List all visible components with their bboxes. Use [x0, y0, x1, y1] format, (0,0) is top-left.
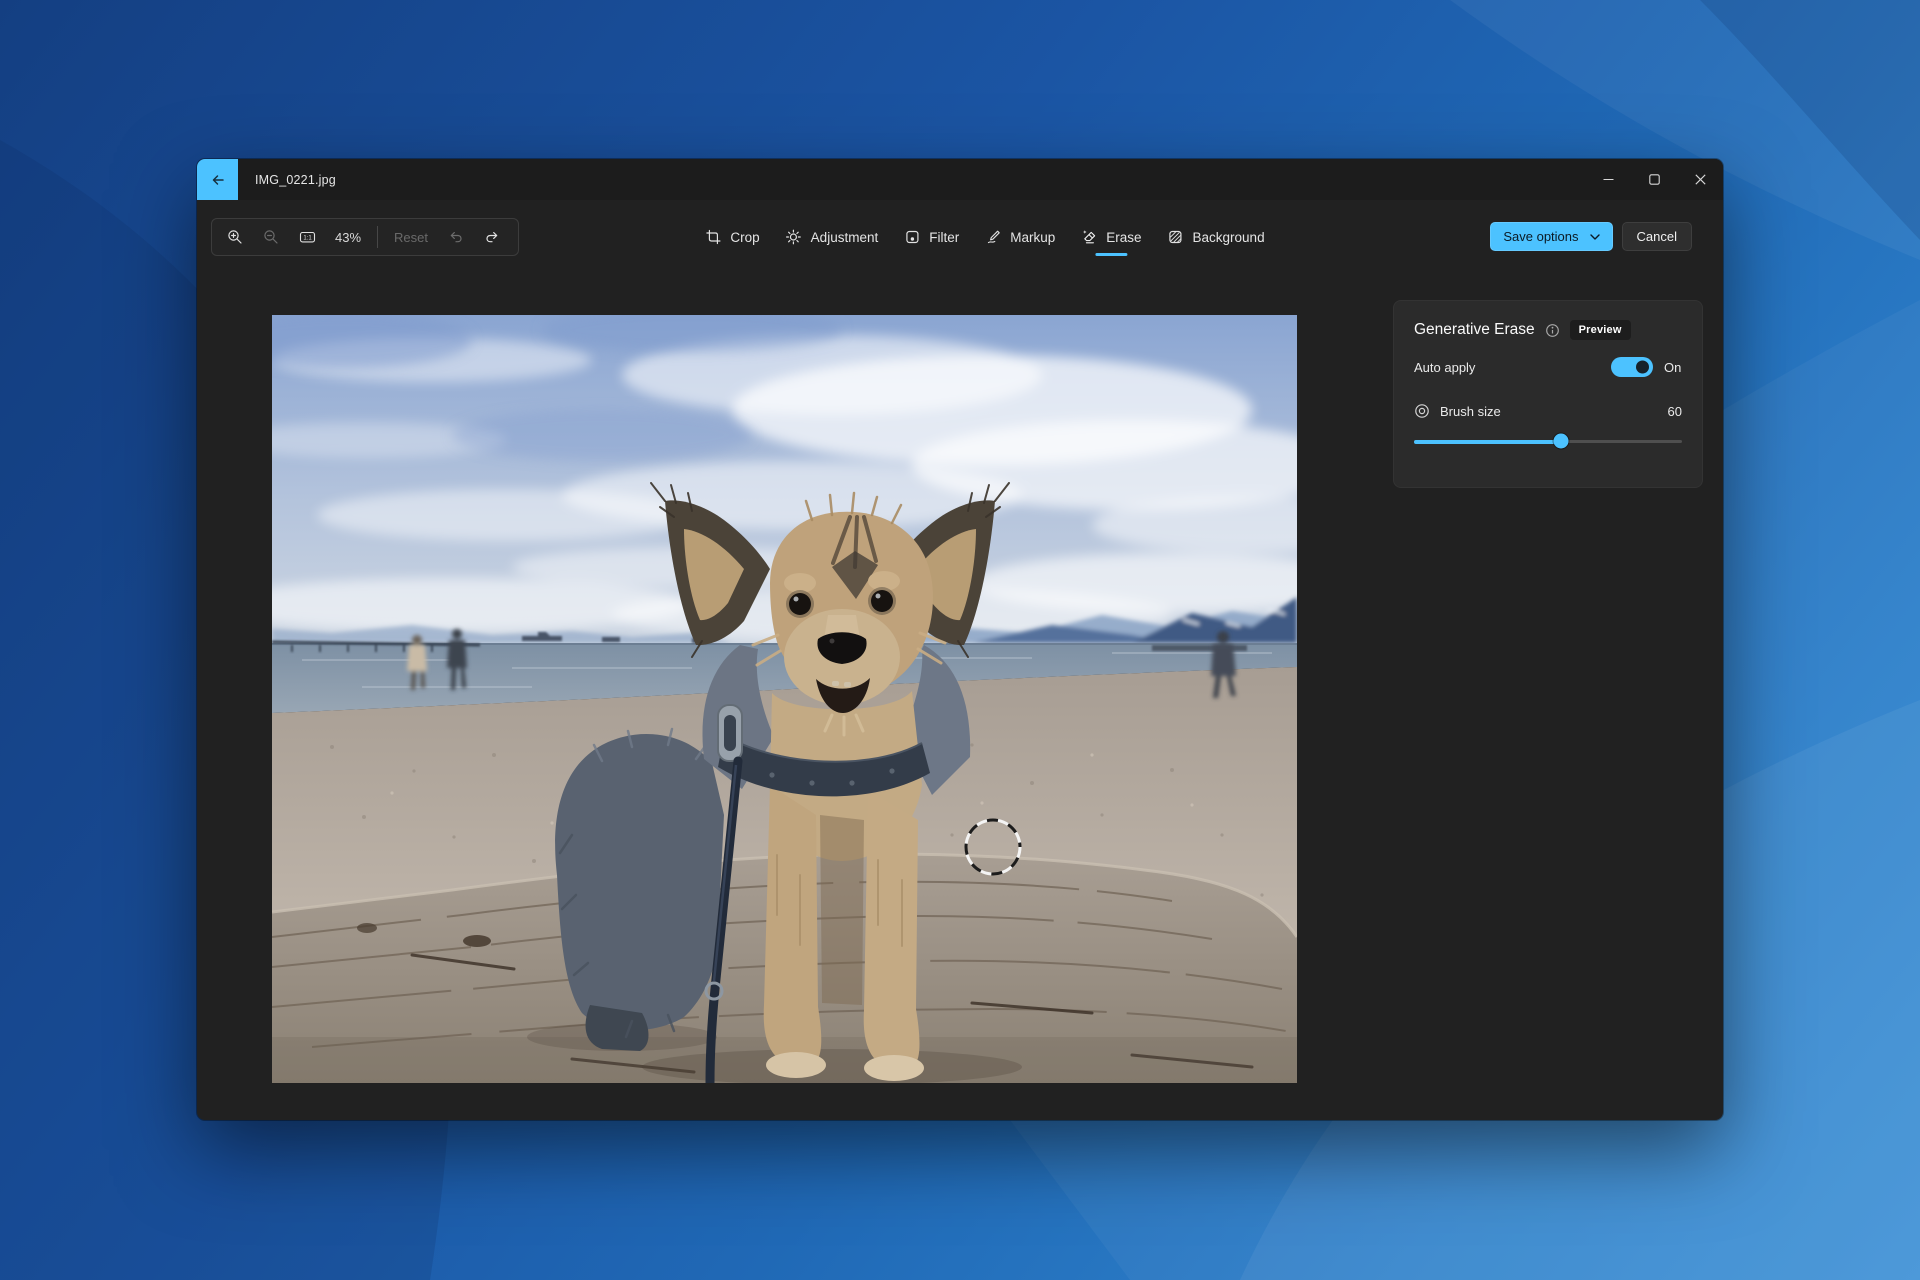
tab-erase-label: Erase: [1106, 229, 1142, 245]
cancel-button[interactable]: Cancel: [1621, 222, 1692, 251]
actual-size-icon: 1:1: [299, 231, 315, 243]
maximize-icon: [1648, 174, 1660, 185]
tab-erase[interactable]: Erase: [1071, 218, 1151, 256]
tab-background-label: Background: [1192, 229, 1265, 245]
brush-size-slider[interactable]: [1414, 432, 1682, 450]
toolbar: 1:1 43% Reset Crop Adjustment Filter Mar…: [197, 218, 1723, 256]
titlebar: IMG_0221.jpg: [197, 159, 1723, 200]
zoom-toolbar: 1:1 43% Reset: [211, 218, 519, 256]
brush-size-icon: [1415, 404, 1429, 418]
zoom-in-icon: [228, 230, 242, 244]
reset-button[interactable]: Reset: [385, 230, 437, 245]
tab-filter-label: Filter: [929, 229, 960, 245]
brush-size-value: 60: [1667, 403, 1682, 419]
back-arrow-icon: [212, 174, 224, 185]
window-title: IMG_0221.jpg: [255, 172, 336, 187]
brush-slider-fill: [1414, 439, 1562, 444]
preview-badge: Preview: [1569, 320, 1631, 340]
zoom-out-icon: [264, 230, 278, 244]
actual-size-button[interactable]: 1:1: [290, 222, 324, 252]
zoom-in-button[interactable]: [218, 222, 252, 252]
tab-background[interactable]: Background: [1158, 218, 1275, 256]
undo-icon: [450, 232, 462, 243]
minimize-icon: [1603, 178, 1613, 181]
redo-button[interactable]: [475, 222, 509, 252]
photo-canvas[interactable]: [272, 315, 1297, 1083]
undo-button[interactable]: [439, 222, 473, 252]
crop-icon: [706, 229, 721, 245]
edit-tabs: Crop Adjustment Filter Markup Erase Back…: [695, 218, 1274, 256]
adjustment-icon: [786, 229, 802, 245]
zoom-out-button[interactable]: [254, 222, 288, 252]
tab-markup-label: Markup: [1010, 229, 1056, 245]
save-options-button[interactable]: Save options: [1490, 222, 1613, 251]
toggle-knob: [1636, 360, 1649, 374]
close-icon: [1694, 174, 1706, 185]
tab-markup[interactable]: Markup: [975, 218, 1065, 256]
photo-illustration: [272, 315, 1297, 1083]
auto-apply-row: Auto apply On: [1414, 357, 1682, 377]
tab-crop-label: Crop: [730, 229, 760, 245]
filter-icon: [906, 230, 919, 244]
back-button[interactable]: [197, 159, 238, 200]
panel-header: Generative Erase Preview: [1414, 320, 1682, 340]
toolbar-divider: [377, 226, 378, 248]
brush-slider-thumb[interactable]: [1553, 433, 1569, 449]
brush-size-label: Brush size: [1440, 403, 1501, 419]
maximize-button[interactable]: [1631, 159, 1677, 200]
generative-erase-panel: Generative Erase Preview Auto apply On B…: [1393, 300, 1703, 488]
minimize-button[interactable]: [1585, 159, 1631, 200]
window-controls: [1585, 159, 1723, 200]
toolbar-actions: Save options Cancel: [1490, 222, 1692, 251]
erase-icon: [1082, 230, 1095, 244]
panel-title: Generative Erase: [1414, 321, 1535, 338]
tab-filter[interactable]: Filter: [894, 218, 969, 256]
save-options-label: Save options: [1503, 229, 1579, 244]
auto-apply-toggle[interactable]: [1611, 357, 1653, 377]
zoom-level: 43%: [334, 229, 362, 245]
cancel-label: Cancel: [1636, 229, 1677, 244]
brush-size-row: Brush size 60: [1414, 403, 1682, 419]
tab-adjustment-label: Adjustment: [810, 229, 879, 245]
svg-text:1:1: 1:1: [303, 235, 312, 241]
chevron-down-icon: [1589, 233, 1600, 240]
info-icon[interactable]: [1545, 323, 1560, 338]
background-icon: [1169, 230, 1182, 244]
tab-crop[interactable]: Crop: [695, 218, 769, 256]
close-button[interactable]: [1677, 159, 1723, 200]
redo-icon: [486, 232, 498, 243]
photos-app-window: IMG_0221.jpg 1:1 43% Reset Crop Adjustme…: [197, 159, 1723, 1120]
tab-adjustment[interactable]: Adjustment: [776, 218, 889, 256]
markup-icon: [987, 230, 1000, 244]
auto-apply-label: Auto apply: [1414, 359, 1476, 375]
auto-apply-state: On: [1664, 359, 1682, 375]
